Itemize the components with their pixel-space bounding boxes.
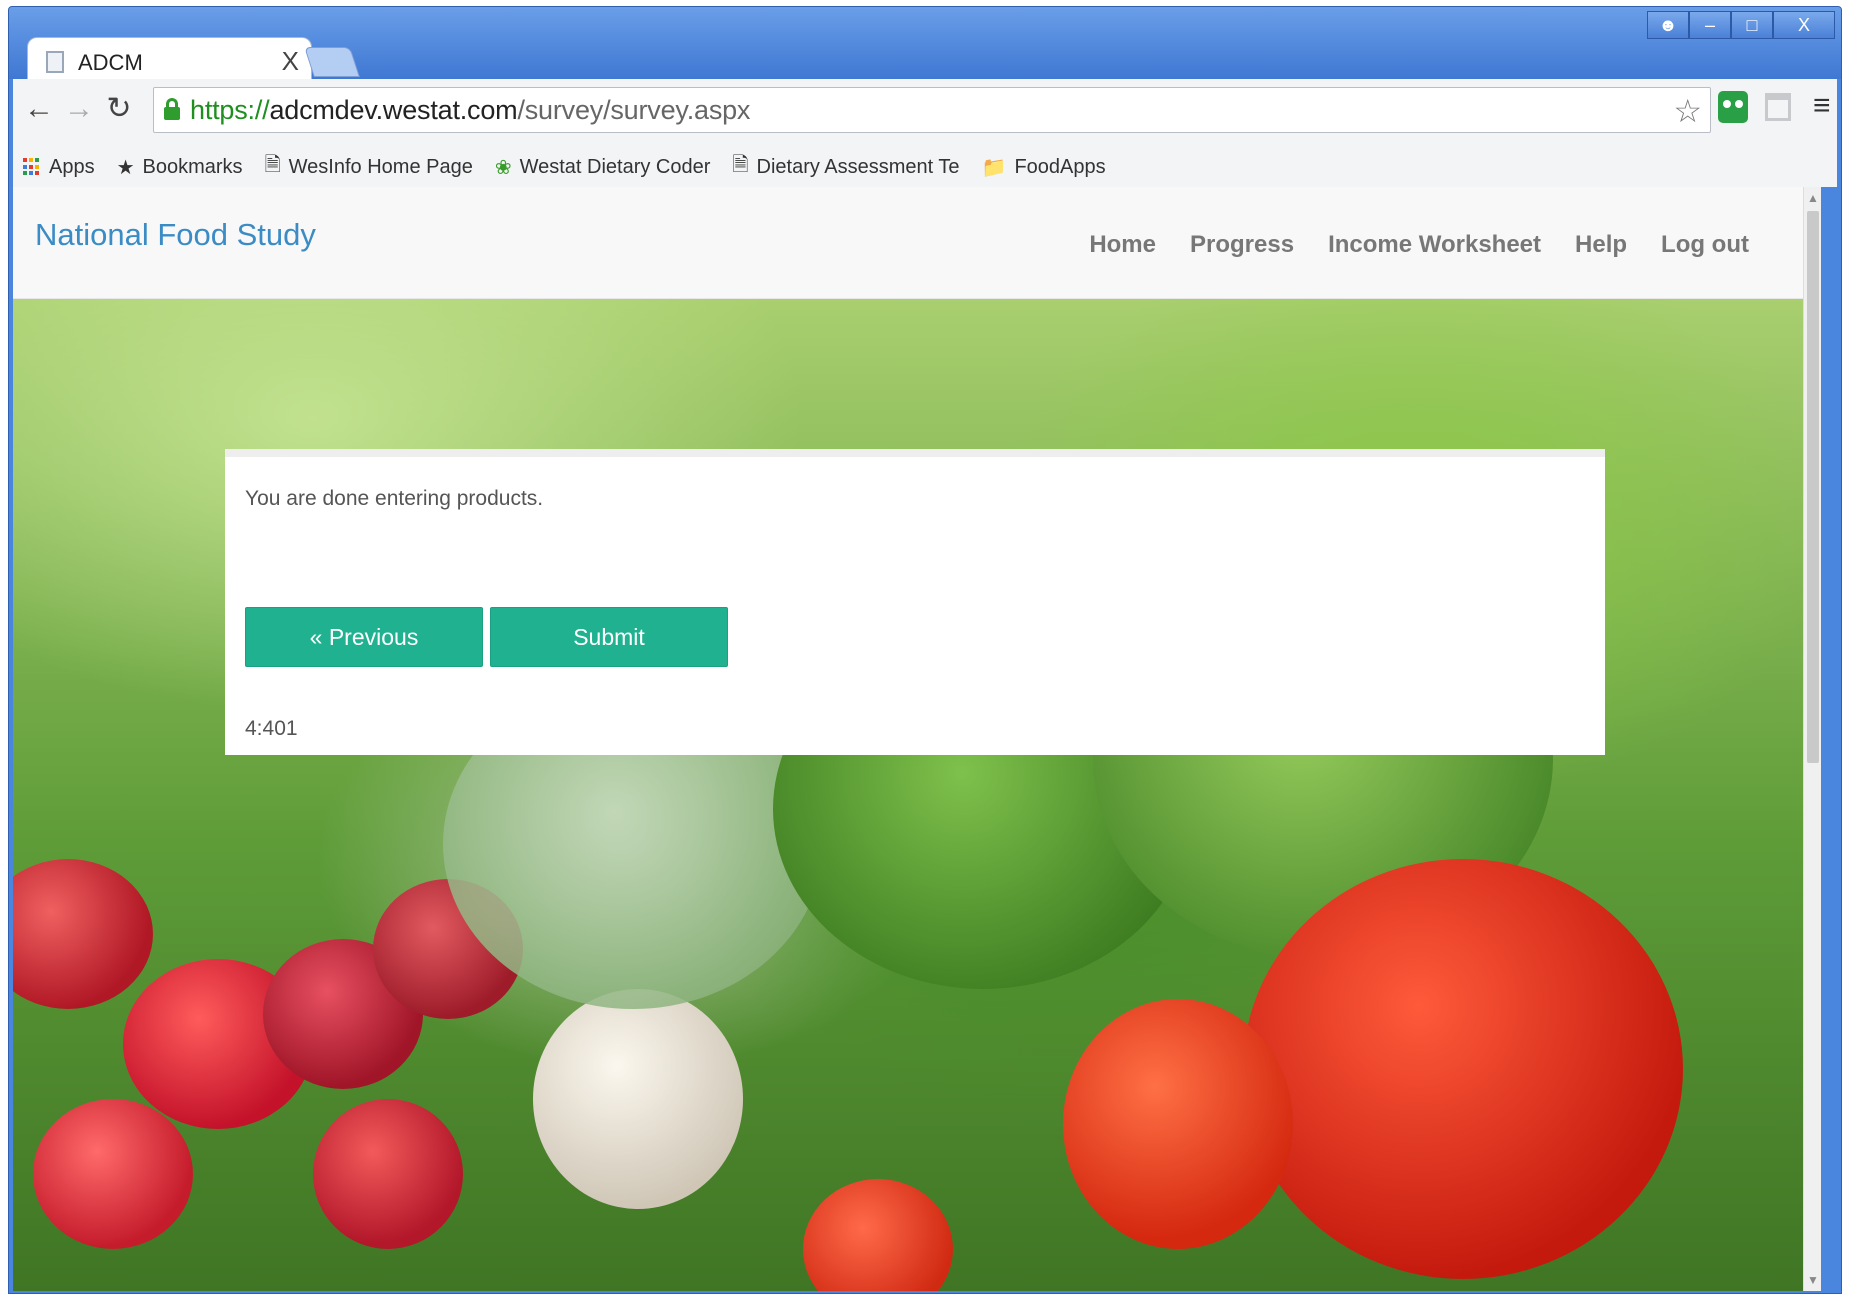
lock-icon [164, 98, 180, 120]
bookmark-label: WesInfo Home Page [288, 155, 473, 178]
bookmark-wesinfo[interactable]: 🗎 WesInfo Home Page [265, 150, 473, 184]
scroll-down-icon[interactable]: ▼ [1807, 1273, 1819, 1287]
nav-income-worksheet[interactable]: Income Worksheet [1328, 231, 1541, 259]
bookmark-apps[interactable]: Apps [23, 156, 95, 179]
reload-icon[interactable]: ↻ [101, 91, 137, 127]
screen-code: 4:401 [245, 717, 298, 740]
scroll-thumb[interactable] [1807, 211, 1819, 763]
leaf-icon: ❀ [494, 156, 512, 179]
browser-window: ADCM X ☻ – □ X ← → ↻ https://adcmdev.wes… [8, 6, 1842, 1294]
user-icon[interactable]: ☻ [1647, 11, 1689, 39]
submit-button[interactable]: Submit [490, 607, 728, 667]
apps-grid-icon [23, 158, 41, 176]
bookmark-dietary-coder[interactable]: ❀ Westat Dietary Coder [495, 155, 711, 180]
back-arrow-icon[interactable]: ← [21, 91, 57, 127]
main-nav: Home Progress Income Worksheet Help Log … [1089, 231, 1749, 259]
reader-icon[interactable] [1765, 93, 1791, 121]
tomato-shape [803, 1179, 953, 1291]
bookmarks-bar: Apps ★ Bookmarks 🗎 WesInfo Home Page ❀ W… [13, 147, 1837, 187]
site-brand-link[interactable]: National Food Study [35, 217, 316, 253]
minimize-icon[interactable]: – [1689, 11, 1731, 39]
bookmark-dietary-assessment[interactable]: 🗎 Dietary Assessment Te [732, 150, 959, 184]
site-header: National Food Study Home Progress Income… [13, 187, 1821, 299]
bookmark-foodapps[interactable]: 📁 FoodApps [982, 155, 1106, 180]
address-bar[interactable]: https://adcmdev.westat.com/survey/survey… [153, 87, 1711, 133]
previous-button[interactable]: « Previous [245, 607, 483, 667]
radish-shape [13, 859, 153, 1009]
nav-help[interactable]: Help [1575, 231, 1627, 259]
red-pepper-shape [1243, 859, 1683, 1279]
nav-home[interactable]: Home [1089, 231, 1156, 259]
mushroom-shape [533, 989, 743, 1209]
bookmark-label: Apps [49, 155, 95, 178]
scroll-up-icon[interactable]: ▲ [1807, 191, 1819, 205]
new-tab-button[interactable] [304, 47, 360, 77]
page-icon: 🗎 [264, 154, 281, 176]
tab-close-icon[interactable]: X [282, 46, 299, 77]
vegetables-background-image: You are done entering products. « Previo… [13, 299, 1803, 1291]
bookmark-label: Bookmarks [142, 155, 243, 178]
bookmark-label: Dietary Assessment Te [756, 155, 960, 178]
radish-shape [313, 1099, 463, 1249]
browser-toolbar: ← → ↻ https://adcmdev.westat.com/survey/… [13, 79, 1837, 153]
extension-icon[interactable] [1718, 91, 1748, 123]
bookmark-star-icon[interactable]: ☆ [1673, 92, 1702, 130]
completion-message: You are done entering products. [245, 487, 544, 510]
maximize-icon[interactable]: □ [1731, 11, 1773, 39]
page-icon: 🗎 [732, 154, 749, 176]
page-viewport: National Food Study Home Progress Income… [13, 187, 1821, 1291]
radish-shape [33, 1099, 193, 1249]
window-close-icon[interactable]: X [1773, 11, 1835, 39]
forward-arrow-icon[interactable]: → [61, 91, 97, 127]
survey-card: You are done entering products. « Previo… [225, 449, 1605, 755]
nav-progress[interactable]: Progress [1190, 231, 1294, 259]
tab-title: ADCM [78, 50, 143, 75]
menu-icon[interactable]: ≡ [1813, 89, 1831, 123]
vertical-scrollbar[interactable]: ▲ ▼ [1803, 187, 1821, 1291]
bookmark-label: FoodApps [1014, 155, 1106, 178]
window-controls: ☻ – □ X [1647, 11, 1835, 39]
red-pepper-shape [1063, 999, 1293, 1249]
folder-icon: 📁 [981, 156, 1007, 179]
bookmark-label: Westat Dietary Coder [519, 155, 711, 178]
bookmark-bookmarks[interactable]: ★ Bookmarks [117, 155, 243, 180]
url-text[interactable]: https://adcmdev.westat.com/survey/survey… [190, 95, 750, 126]
title-bar: ADCM X ☻ – □ X [9, 7, 1841, 87]
document-icon [46, 51, 64, 73]
star-icon: ★ [116, 156, 135, 179]
nav-log-out[interactable]: Log out [1661, 231, 1749, 259]
